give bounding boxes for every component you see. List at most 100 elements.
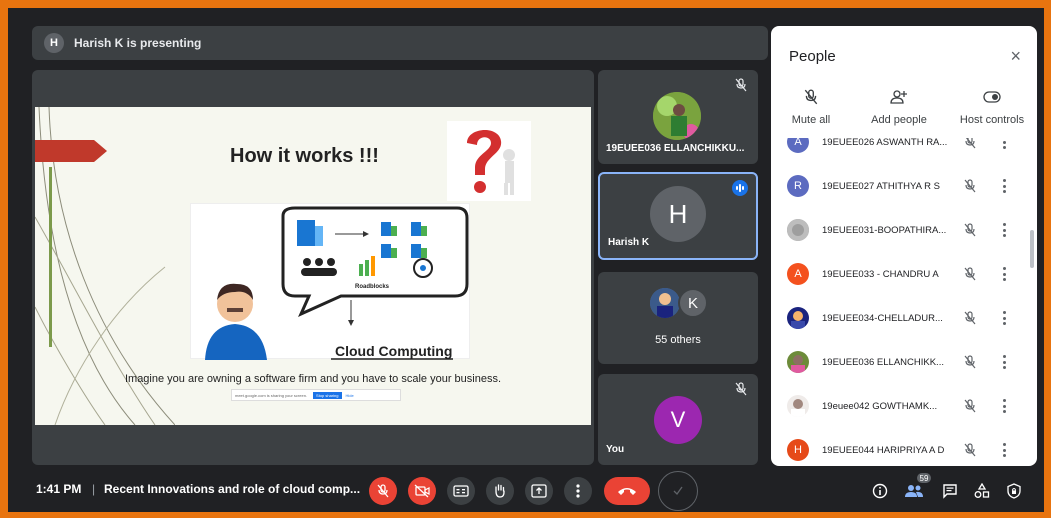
panel-actions: Mute all Add people Host controls (771, 86, 1037, 142)
participant-tile-active[interactable]: H Harish K (598, 172, 758, 260)
participant-name: 19EUEE031-BOOPATHIRA... (822, 224, 947, 236)
participant-list[interactable]: A 19EUEE026 ASWANTH RA... R 19EUEE027 AT… (771, 138, 1037, 466)
chat-icon (943, 484, 957, 499)
meeting-clock: 1:41 PM (36, 482, 82, 496)
hang-up-icon (618, 488, 636, 495)
speaking-indicator-icon (732, 180, 748, 196)
meet-window: H Harish K is presenting How it works !!… (8, 8, 1044, 512)
muted-mic-icon[interactable] (963, 267, 977, 281)
shared-slide: How it works !!! Roadblocks Cloud Comput… (35, 107, 591, 425)
participant-row[interactable]: 19EUEE036 ELLANCHIKK... (771, 340, 1037, 384)
more-options-icon[interactable] (1003, 355, 1007, 369)
activities-button[interactable] (972, 481, 992, 501)
shield-lock-icon (1007, 483, 1021, 499)
info-icon (872, 483, 888, 499)
participant-row[interactable]: H 19EUEE044 HARIPRIYA A D (771, 428, 1037, 466)
activities-icon (974, 483, 990, 498)
more-options-icon[interactable] (1003, 179, 1007, 193)
host-controls-button[interactable]: Host controls (955, 86, 1029, 126)
muted-mic-icon[interactable] (963, 443, 977, 457)
participant-avatar (787, 219, 809, 241)
participant-photo (653, 92, 701, 140)
captions-icon (453, 485, 469, 497)
confirm-button[interactable] (658, 471, 698, 511)
participant-avatar (787, 351, 809, 373)
participant-name: 19EUEE026 ASWANTH RA... (822, 138, 948, 148)
participant-name: 19EUEE044 HARIPRIYA A D (822, 444, 945, 456)
present-screen-button[interactable] (525, 477, 553, 505)
participant-name: 19EUEE036 ELLANCHIKK... (822, 356, 944, 368)
others-tile[interactable]: K 55 others (598, 272, 758, 364)
more-options-button[interactable] (564, 477, 592, 505)
muted-mic-icon[interactable] (963, 138, 977, 149)
panel-scrollbar[interactable] (1030, 230, 1034, 268)
checkmark-icon (673, 486, 683, 496)
participant-row[interactable]: A 19EUEE033 - CHANDRU A (771, 252, 1037, 296)
people-button[interactable] (904, 481, 924, 501)
participant-avatar: A (787, 263, 809, 285)
participant-row[interactable]: 19euee042 GOWTHAMK... (771, 384, 1037, 428)
presentation-stage[interactable]: How it works !!! Roadblocks Cloud Comput… (32, 70, 594, 465)
presenting-banner: H Harish K is presenting (32, 26, 768, 60)
self-avatar: V (654, 396, 702, 444)
meeting-title: Recent Innovations and role of cloud com… (104, 482, 361, 496)
muted-mic-icon[interactable] (963, 223, 977, 237)
more-options-icon[interactable] (1003, 399, 1007, 413)
separator: | (92, 482, 96, 496)
participant-avatar (787, 395, 809, 417)
muted-mic-icon[interactable] (963, 311, 977, 325)
participant-name: 19EUEE036 ELLANCHIKKU... (606, 143, 745, 154)
participant-avatar: H (787, 439, 809, 461)
hand-icon (495, 484, 505, 498)
hide-notice-button[interactable]: Hide (346, 393, 354, 398)
more-options-icon[interactable] (1003, 311, 1007, 325)
muted-mic-icon[interactable] (963, 179, 977, 193)
host-controls-label: Host controls (959, 114, 1025, 126)
slide-caption: Imagine you are owning a software firm a… (124, 373, 502, 385)
participant-row[interactable]: 19EUEE034-CHELLADUR... (771, 296, 1037, 340)
camera-off-icon (414, 484, 430, 498)
mic-off-icon (377, 484, 389, 498)
slide-title: How it works !!! (230, 145, 379, 167)
screen-share-notice: meet.google.com is sharing your screen. … (231, 389, 401, 401)
presenting-text: Harish K is presenting (74, 36, 202, 50)
participant-row[interactable]: 19EUEE031-BOOPATHIRA... (771, 208, 1037, 252)
others-count: 55 others (655, 334, 701, 346)
more-options-icon[interactable] (1003, 443, 1007, 457)
host-controls-toggle[interactable] (1004, 481, 1024, 501)
mute-all-label: Mute all (791, 114, 831, 126)
meeting-details-button[interactable] (870, 481, 890, 501)
camera-toggle-button[interactable] (408, 477, 436, 505)
more-options-icon[interactable] (1003, 267, 1007, 281)
participant-tile[interactable]: 19EUEE036 ELLANCHIKKU... (598, 70, 758, 164)
more-vert-icon (576, 484, 580, 498)
raise-hand-button[interactable] (486, 477, 514, 505)
mute-all-button[interactable]: Mute all (779, 86, 843, 126)
presenter-avatar: H (44, 33, 64, 53)
add-people-button[interactable]: Add people (863, 86, 935, 126)
stop-sharing-button[interactable]: Stop sharing (313, 391, 342, 399)
participant-row[interactable]: A 19EUEE026 ASWANTH RA... (771, 138, 1037, 164)
mute-mic-icon (804, 89, 818, 105)
muted-mic-icon (735, 78, 747, 92)
chat-button[interactable] (940, 481, 960, 501)
participant-count-badge: 59 (916, 472, 932, 484)
participant-row[interactable]: R 19EUEE027 ATHITHYA R S (771, 164, 1037, 208)
leave-call-button[interactable] (604, 477, 650, 505)
participant-name: Harish K (608, 237, 650, 248)
share-notice-text: meet.google.com is sharing your screen. (235, 392, 308, 398)
captions-button[interactable] (447, 477, 475, 505)
participant-name: 19EUEE033 - CHANDRU A (822, 268, 939, 280)
present-icon (531, 484, 547, 498)
mic-toggle-button[interactable] (369, 477, 397, 505)
close-icon[interactable]: × (1010, 46, 1021, 67)
toggle-icon (983, 91, 1001, 103)
self-tile[interactable]: V You (598, 374, 758, 465)
muted-mic-icon[interactable] (963, 355, 977, 369)
participant-name: 19EUEE034-CHELLADUR... (822, 312, 943, 324)
muted-mic-icon[interactable] (963, 399, 977, 413)
more-options-icon[interactable] (1003, 138, 1007, 149)
add-person-icon (890, 90, 907, 104)
more-options-icon[interactable] (1003, 223, 1007, 237)
panel-title: People (789, 48, 836, 65)
